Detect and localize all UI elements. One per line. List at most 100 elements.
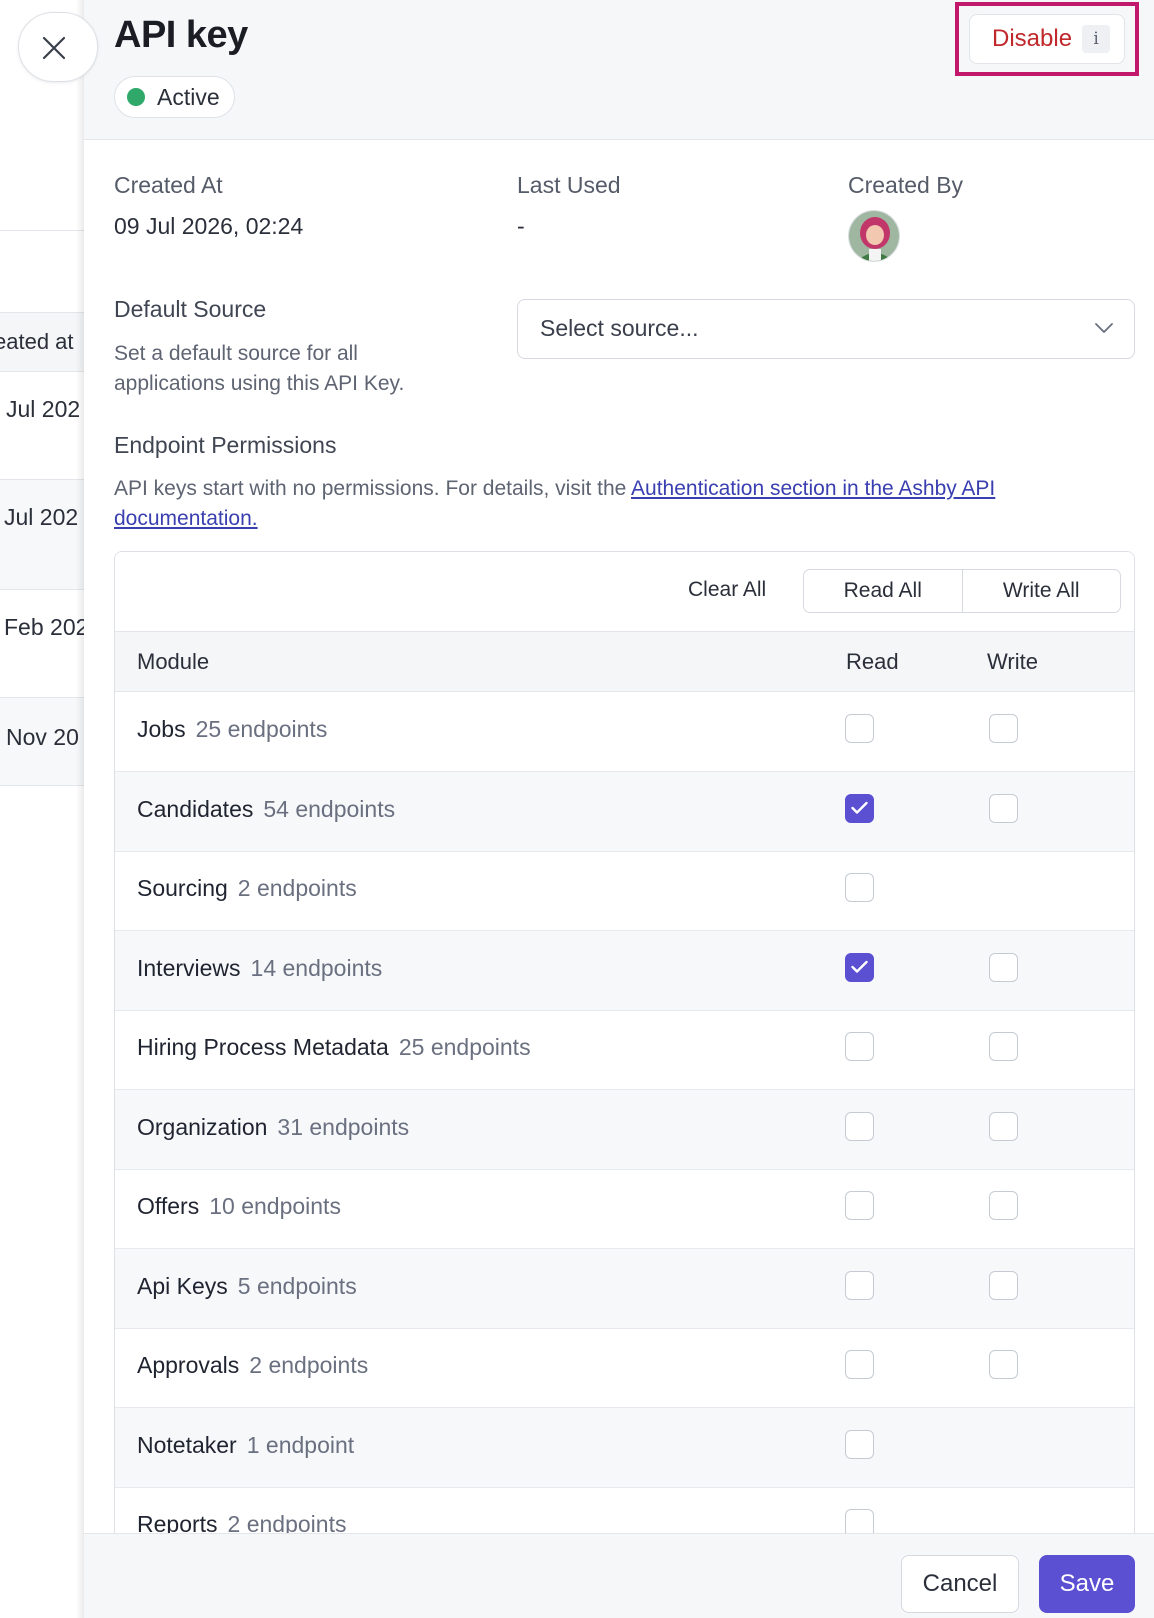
endpoint-count: 25 endpoints [398,1034,531,1060]
write-checkbox[interactable] [989,1191,1018,1220]
module-label: Notetaker 1 endpoint [137,1432,354,1459]
endpoint-count: 25 endpoints [195,716,328,742]
endpoint-permissions-title: Endpoint Permissions [114,432,337,458]
endpoint-count: 54 endpoints [263,796,396,822]
chevron-down-icon [1095,323,1113,333]
write-checkbox[interactable] [989,794,1018,823]
api-docs-link[interactable]: documentation. [114,507,258,530]
column-header-write: Write [987,649,1038,674]
column-header-module: Module [137,649,210,674]
background-row-date: Nov 20 [6,724,79,750]
module-name: Notetaker [137,1432,237,1458]
module-label: Approvals 2 endpoints [137,1352,368,1379]
background-column-header: eated at [0,329,74,354]
endpoint-permissions-text: API keys start with no permissions. For … [114,477,632,500]
default-source-description-line: Set a default source for all [114,342,358,365]
disable-button-label: Disable [992,25,1073,52]
background-table-header: eated at [0,312,84,372]
module-name: Api Keys [137,1273,228,1299]
write-checkbox[interactable] [989,1271,1018,1300]
background-table-row[interactable]: Feb 202 [0,590,84,698]
background-divider [0,230,84,231]
table-header: Module Read Write [115,632,1134,692]
read-checkbox[interactable] [845,1112,874,1141]
table-row: Notetaker 1 endpoint [115,1408,1134,1488]
endpoint-count: 1 endpoint [246,1432,355,1458]
table-row: Approvals 2 endpoints [115,1328,1134,1408]
avatar[interactable] [848,210,900,262]
table-row: Organization 31 endpoints [115,1090,1134,1170]
endpoint-count: 31 endpoints [277,1114,410,1140]
module-name: Sourcing [137,875,228,901]
disable-button[interactable]: Disable i [969,14,1125,64]
write-checkbox[interactable] [989,953,1018,982]
column-header-read: Read [846,649,899,674]
write-checkbox[interactable] [989,1112,1018,1141]
status-badge: Active [114,76,235,118]
module-label: Offers 10 endpoints [137,1193,341,1220]
module-label: Api Keys 5 endpoints [137,1273,357,1300]
permissions-toolbar: Clear All Read All Write All [115,552,1134,632]
cancel-button[interactable]: Cancel [901,1555,1019,1613]
module-label: Candidates 54 endpoints [137,796,395,823]
endpoint-count: 5 endpoints [237,1273,357,1299]
module-label: Sourcing 2 endpoints [137,875,357,902]
module-label: Hiring Process Metadata 25 endpoints [137,1034,531,1061]
endpoint-count: 14 endpoints [250,955,383,981]
module-label: Interviews 14 endpoints [137,955,382,982]
created-at-value: 09 Jul 2026, 02:24 [114,213,304,239]
module-label: Jobs 25 endpoints [137,716,327,743]
default-source-placeholder: Select source... [540,315,699,341]
info-icon: i [1082,25,1111,53]
module-name: Approvals [137,1352,240,1378]
read-checkbox[interactable] [845,873,874,902]
read-checkbox[interactable] [845,1032,874,1061]
read-checkbox[interactable] [845,714,874,743]
background-row-date: Jul 202 [6,396,81,422]
default-source-title: Default Source [114,296,267,322]
last-used-value: - [517,213,525,239]
background-table: eated at Jul 202 Jul 202 Feb 202 Nov 20 [0,0,84,1618]
api-docs-link[interactable]: Authentication section in the Ashby API [631,477,995,500]
save-button[interactable]: Save [1039,1555,1135,1613]
default-source-select[interactable]: Select source... [517,299,1135,359]
read-checkbox[interactable] [845,1191,874,1220]
background-table-row[interactable]: Jul 202 [0,372,84,480]
close-button[interactable] [18,12,98,82]
clear-all-button[interactable]: Clear All [688,578,766,602]
module-name: Jobs [137,716,186,742]
write-checkbox[interactable] [989,714,1018,743]
endpoint-count: 2 endpoints [249,1352,369,1378]
read-checkbox[interactable] [845,1271,874,1300]
read-all-button[interactable]: Read All [804,570,962,612]
default-source-description-line: applications using this API Key. [114,372,405,395]
read-checkbox[interactable] [845,1430,874,1459]
module-name: Organization [137,1114,268,1140]
read-checkbox[interactable] [845,1350,874,1379]
endpoint-permissions-description: API keys start with no permissions. For … [114,474,1114,534]
read-checkbox[interactable] [845,953,874,982]
created-at-label: Created At [114,172,223,198]
default-source-description: Set a default source for all application… [114,339,404,399]
background-table-row[interactable]: Jul 202 [0,480,84,590]
write-checkbox[interactable] [989,1032,1018,1061]
table-row: Sourcing 2 endpoints [115,851,1134,931]
write-all-button[interactable]: Write All [961,570,1121,612]
bulk-permission-buttons: Read All Write All [803,569,1121,613]
background-table-row[interactable]: Nov 20 [0,698,84,786]
table-row: Candidates 54 endpoints [115,772,1134,852]
drawer-shadow [76,0,84,1618]
module-name: Offers [137,1193,200,1219]
module-name: Interviews [137,955,241,981]
drawer-footer: Cancel Save [84,1533,1154,1618]
status-dot-icon [127,88,145,106]
write-checkbox[interactable] [989,1350,1018,1379]
module-label: Organization 31 endpoints [137,1114,409,1141]
read-checkbox[interactable] [845,794,874,823]
last-used-label: Last Used [517,172,621,198]
page-title: API key [114,14,248,56]
endpoint-count: 10 endpoints [209,1193,341,1219]
permissions-table: Clear All Read All Write All Module Read… [114,551,1135,1618]
api-key-drawer: API key Active Disable i Created At 09 J… [84,0,1154,1618]
endpoint-count: 2 endpoints [237,875,357,901]
